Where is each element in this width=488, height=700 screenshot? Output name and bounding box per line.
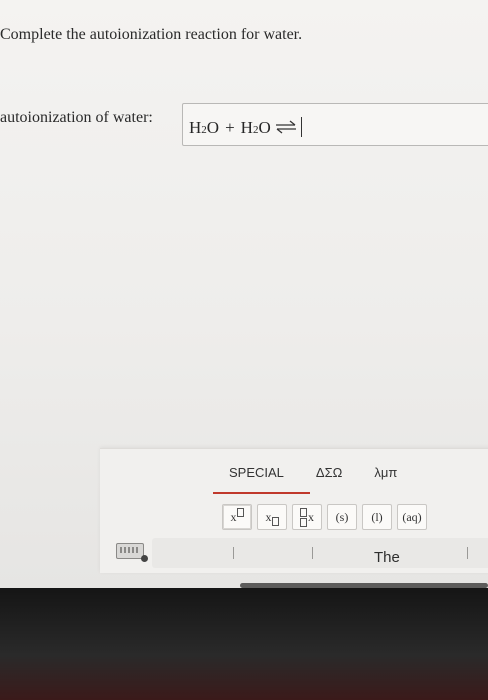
tab-special[interactable]: SPECIAL xyxy=(213,465,310,494)
word-suggestion[interactable]: The xyxy=(374,549,400,566)
hydrogen-1: H xyxy=(189,118,202,137)
subscript-key[interactable]: x xyxy=(257,504,287,530)
tab-greek-lower[interactable]: λμπ xyxy=(358,465,413,493)
superscript-key[interactable]: x xyxy=(222,504,252,530)
plus-sign: + xyxy=(225,118,235,137)
isotope-key-label: x xyxy=(308,509,314,524)
screen: Complete the autoionization reaction for… xyxy=(0,0,488,588)
equilibrium-arrows-icon xyxy=(275,119,297,134)
oxygen-1: O xyxy=(206,118,220,137)
isotope-key[interactable]: x xyxy=(292,504,322,530)
text-caret xyxy=(300,117,302,137)
tab-greek-upper[interactable]: ΔΣΩ xyxy=(300,465,358,493)
solid-state-key[interactable]: (s) xyxy=(327,504,357,530)
liquid-state-key[interactable]: (l) xyxy=(362,504,392,530)
field-label: autoionization of water: xyxy=(0,109,153,126)
aqueous-state-key[interactable]: (aq) xyxy=(397,504,427,530)
divider xyxy=(233,547,234,559)
device-bezel xyxy=(0,588,488,700)
suggestion-bar xyxy=(152,538,488,568)
special-keys: x x x (s) (l) (aq) xyxy=(222,504,427,530)
superscript-box-icon xyxy=(236,507,244,517)
keyboard-icon[interactable] xyxy=(116,543,148,562)
equation-content: H2O + H2O xyxy=(189,113,302,138)
keyboard-tabs: SPECIAL ΔΣΩ λμπ xyxy=(213,465,413,494)
chemistry-keyboard: SPECIAL ΔΣΩ λμπ x x x (s) (l) (aq) The xyxy=(100,448,488,573)
equation-input[interactable]: H2O + H2O xyxy=(182,103,488,146)
isotope-boxes-icon xyxy=(300,507,307,527)
divider xyxy=(312,547,313,559)
hydrogen-2: H xyxy=(240,118,253,137)
instruction-text: Complete the autoionization reaction for… xyxy=(0,26,303,43)
divider xyxy=(467,547,468,559)
oxygen-2: O xyxy=(258,118,271,137)
subscript-box-icon xyxy=(271,516,279,526)
